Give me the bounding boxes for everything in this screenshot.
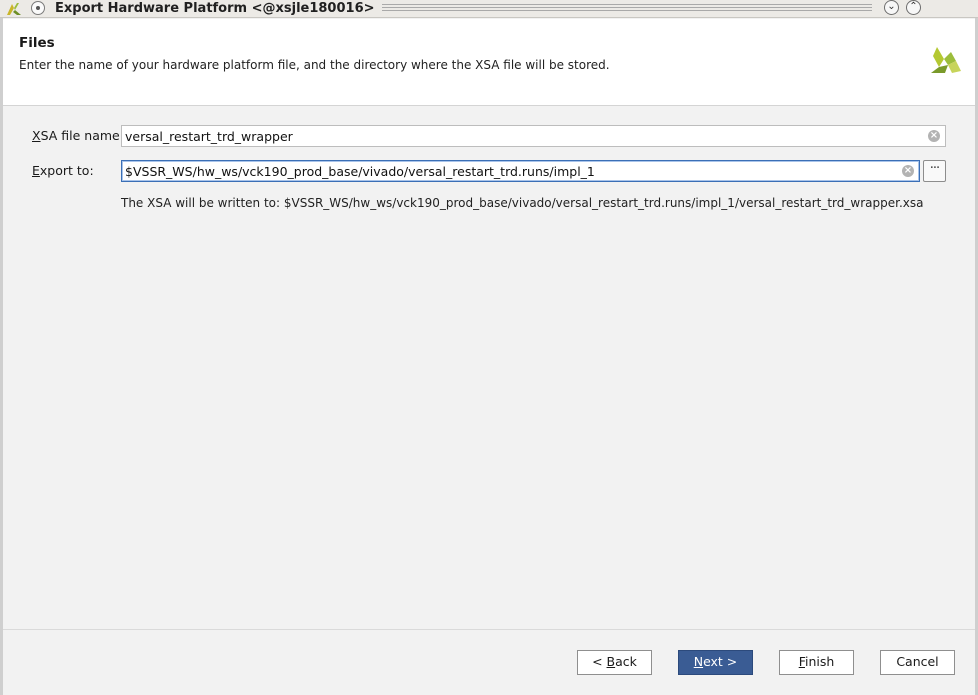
app-logo-icon (7, 3, 21, 15)
window-titlebar[interactable]: Export Hardware Platform <@xsjle180016> … (0, 0, 978, 18)
next-button[interactable]: Next > (678, 650, 753, 675)
window-title: Export Hardware Platform <@xsjle180016> (55, 1, 375, 16)
back-prefix: < (592, 654, 607, 669)
cancel-button[interactable]: Cancel (880, 650, 955, 675)
wizard-header: Files Enter the name of your hardware pl… (3, 19, 975, 106)
finish-button[interactable]: Finish (779, 650, 854, 675)
back-mnemonic: B (606, 654, 616, 669)
window-menu-button[interactable] (31, 1, 45, 15)
xsa-output-path-text: The XSA will be written to: $VSSR_WS/hw_… (121, 196, 924, 210)
next-label: ext > (703, 654, 738, 669)
footer-divider (3, 629, 975, 630)
export-to-label: Export to: (32, 163, 94, 178)
window-left-border (0, 18, 3, 695)
clear-export-path-icon[interactable]: × (902, 165, 914, 177)
export-to-input[interactable] (122, 161, 903, 181)
xsa-file-name-input[interactable] (122, 126, 929, 146)
export-label-mnemonic: E (32, 163, 40, 178)
title-grip (382, 4, 872, 13)
xsa-file-name-field[interactable]: × (121, 125, 946, 147)
export-label-text: xport to: (39, 163, 94, 178)
page-description: Enter the name of your hardware platform… (19, 58, 610, 72)
xilinx-logo-icon (931, 47, 961, 73)
xsa-label-mnemonic: X (32, 128, 41, 143)
back-label: ack (615, 654, 637, 669)
browse-button[interactable]: ··· (923, 160, 946, 182)
xsa-file-name-label: XSA file name: (32, 128, 124, 143)
page-title: Files (19, 35, 55, 51)
back-button[interactable]: < Back (577, 650, 652, 675)
minimize-button[interactable]: ⌄ (884, 0, 899, 15)
finish-label: inish (804, 654, 835, 669)
next-mnemonic: N (693, 654, 704, 669)
xsa-label-text: SA file name: (40, 128, 124, 143)
clear-xsa-name-icon[interactable]: × (928, 130, 940, 142)
maximize-button[interactable]: ⌃ (906, 0, 921, 15)
export-to-field[interactable]: × (121, 160, 920, 182)
